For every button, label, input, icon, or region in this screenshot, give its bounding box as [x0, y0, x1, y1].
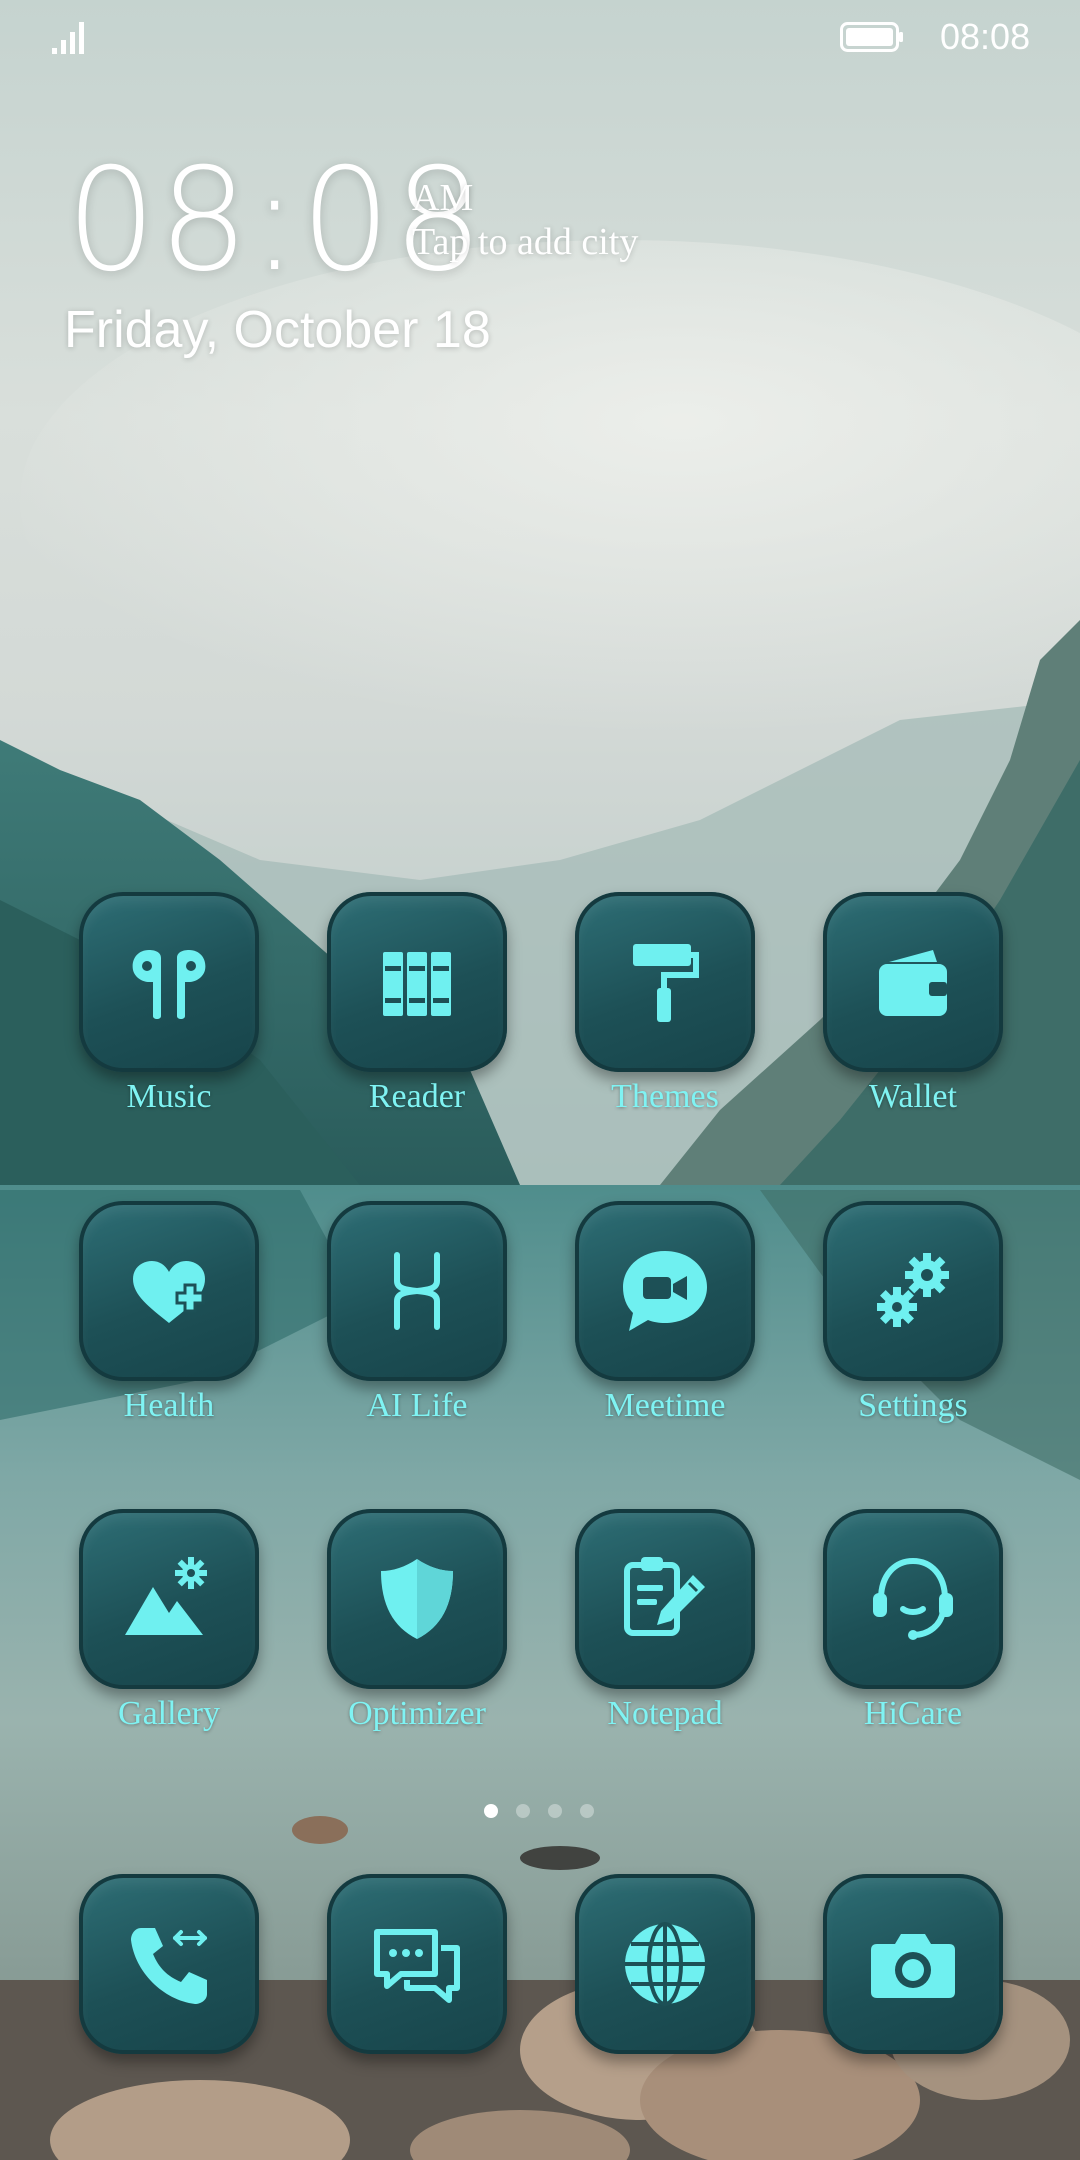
app-label: Wallet — [869, 1078, 957, 1115]
app-tile — [327, 1874, 507, 2054]
page-dot — [516, 1804, 530, 1818]
app-label: Themes — [611, 1078, 719, 1115]
app-tile — [575, 1201, 755, 1381]
app-tile — [823, 1874, 1003, 2054]
page-dot — [548, 1804, 562, 1818]
app-label: HiCare — [863, 1695, 963, 1732]
app-label: Notepad — [607, 1695, 723, 1732]
ai-life-icon — [394, 1252, 440, 1330]
app-label: Health — [123, 1387, 215, 1424]
app-tile — [79, 1201, 259, 1381]
weather-add-city[interactable]: Tap to add city — [412, 220, 638, 264]
app-tile — [327, 1201, 507, 1381]
camera-icon — [871, 1934, 955, 1998]
status-bar: 08:08 — [0, 0, 1080, 80]
app-tile — [327, 892, 507, 1072]
app-tile — [823, 892, 1003, 1072]
app-tile — [79, 1874, 259, 2054]
signal-icon — [52, 22, 84, 54]
app-label: AI Life — [366, 1387, 468, 1424]
app-tile — [575, 1874, 755, 2054]
clock-ampm: AM — [412, 177, 474, 219]
app-tile — [79, 1509, 259, 1689]
browser-icon — [625, 1922, 705, 2006]
app-tile — [823, 1201, 1003, 1381]
status-time: 08:08 — [940, 16, 1031, 57]
app-tile — [575, 892, 755, 1072]
phone-icon — [131, 1928, 207, 2004]
app-label: Gallery — [118, 1695, 220, 1732]
gears-icon — [877, 1253, 949, 1327]
app-label: Meetime — [604, 1387, 726, 1424]
video-chat-icon — [623, 1251, 707, 1331]
app-label: Optimizer — [348, 1695, 486, 1732]
page-indicator — [484, 1804, 604, 1820]
clock-date: Friday, October 18 — [64, 301, 491, 359]
app-label: Reader — [368, 1078, 466, 1115]
shield-icon — [381, 1559, 453, 1639]
page-dot-active — [484, 1804, 498, 1818]
app-label: Music — [126, 1078, 212, 1115]
app-label: Settings — [858, 1387, 968, 1424]
app-tile — [575, 1509, 755, 1689]
page-dot — [580, 1804, 594, 1818]
app-tile — [823, 1509, 1003, 1689]
notepad-icon — [624, 1557, 705, 1636]
earbuds-icon — [132, 950, 206, 1019]
headset-icon — [873, 1557, 953, 1640]
wallet-icon — [879, 950, 947, 1016]
mountain-icon — [125, 1557, 207, 1635]
battery-icon — [840, 22, 903, 52]
app-tile — [327, 1509, 507, 1689]
messages-icon — [374, 1929, 460, 2003]
books-icon — [383, 952, 451, 1016]
app-tile — [79, 892, 259, 1072]
heart-plus-icon — [133, 1261, 205, 1323]
paint-roller-icon — [633, 944, 699, 1022]
